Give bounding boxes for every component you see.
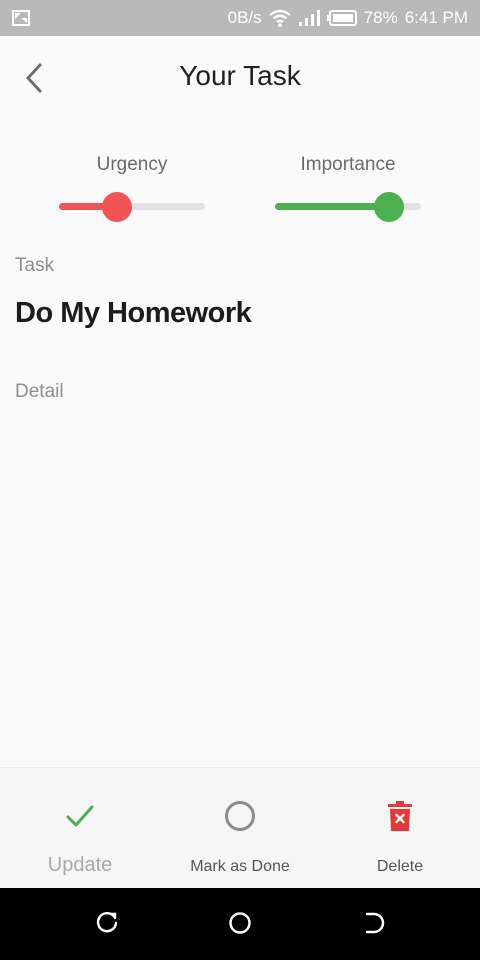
delete-label: Delete bbox=[376, 858, 424, 875]
mark-as-done-label: Mark as Done bbox=[190, 858, 290, 875]
update-label: Update bbox=[47, 854, 113, 876]
page-title: Your Task bbox=[179, 60, 301, 91]
delete-button[interactable]: Delete bbox=[320, 768, 480, 889]
data-rate: 0B/s bbox=[227, 8, 262, 27]
back-icon bbox=[362, 911, 386, 940]
importance-slider-thumb[interactable] bbox=[373, 192, 404, 222]
system-back-button[interactable] bbox=[359, 910, 389, 940]
update-button[interactable]: Update bbox=[0, 768, 160, 889]
navigation-bar bbox=[0, 888, 480, 960]
importance-control: Importance bbox=[268, 154, 428, 224]
task-name-field[interactable]: Do My Homework bbox=[15, 297, 252, 330]
task-label: Task bbox=[15, 255, 55, 276]
battery-level: 78% bbox=[363, 8, 398, 27]
urgency-slider[interactable] bbox=[59, 190, 205, 224]
battery-icon bbox=[326, 10, 357, 26]
recent-apps-button[interactable] bbox=[92, 910, 122, 940]
signal-icon bbox=[298, 9, 320, 27]
wifi-icon bbox=[268, 9, 291, 27]
urgency-slider-thumb[interactable] bbox=[102, 192, 133, 222]
mark-as-done-button[interactable]: Mark as Done bbox=[160, 768, 320, 889]
status-bar: 0B/s 78% 6:41 PM bbox=[0, 0, 480, 36]
task-screen: 0B/s 78% 6:41 PM Your Task Urgency Impor… bbox=[0, 0, 480, 960]
check-icon bbox=[65, 803, 95, 834]
recent-apps-icon bbox=[95, 911, 119, 940]
importance-label: Importance bbox=[300, 154, 396, 175]
app-header: Your Task bbox=[0, 36, 480, 120]
urgency-label: Urgency bbox=[96, 154, 168, 175]
screenshot-icon bbox=[12, 10, 30, 26]
clock: 6:41 PM bbox=[404, 8, 468, 27]
action-bar: Update Mark as Done Delete bbox=[0, 767, 480, 888]
detail-field[interactable] bbox=[15, 412, 465, 752]
importance-slider-fill bbox=[275, 203, 389, 210]
trash-icon bbox=[388, 800, 412, 836]
urgency-control: Urgency bbox=[52, 154, 212, 224]
circle-icon bbox=[224, 800, 256, 837]
importance-slider[interactable] bbox=[275, 190, 421, 224]
home-icon bbox=[228, 911, 252, 940]
detail-label: Detail bbox=[15, 381, 64, 402]
home-button[interactable] bbox=[225, 910, 255, 940]
